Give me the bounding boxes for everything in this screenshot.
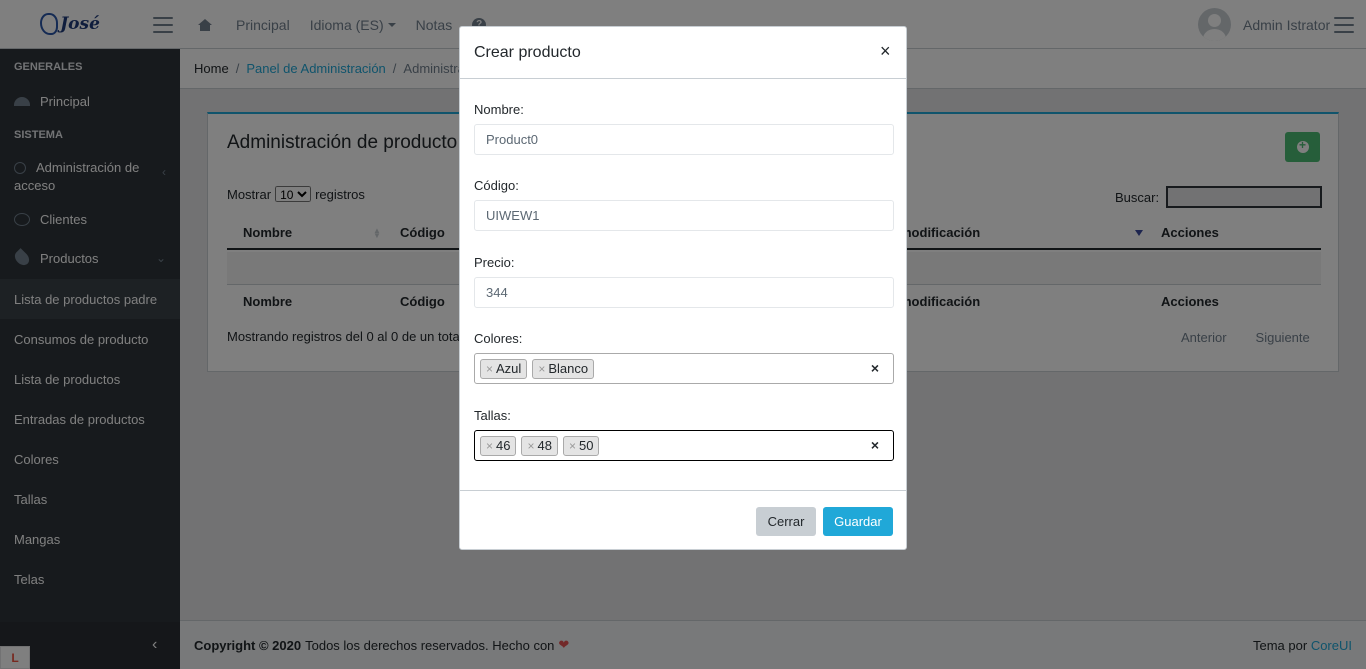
sizes-multiselect[interactable]: × 46 × 48 × 50 × bbox=[474, 430, 894, 461]
remove-chip-icon[interactable]: × bbox=[538, 362, 545, 376]
modal-footer: Cerrar Guardar bbox=[460, 490, 906, 550]
close-icon[interactable]: × bbox=[880, 41, 891, 62]
sizes-label: Tallas: bbox=[474, 408, 511, 423]
chip-label: 48 bbox=[537, 438, 552, 453]
name-label: Nombre: bbox=[474, 102, 524, 117]
save-button[interactable]: Guardar bbox=[823, 507, 893, 536]
chip-label: 46 bbox=[496, 438, 511, 453]
size-chip: × 46 bbox=[480, 435, 517, 456]
remove-chip-icon[interactable]: × bbox=[527, 439, 534, 453]
size-chip: × 50 bbox=[562, 435, 600, 456]
chip-label: Azul bbox=[496, 361, 522, 376]
create-product-modal: Crear producto × Nombre: Código: Precio:… bbox=[459, 26, 907, 550]
remove-chip-icon[interactable]: × bbox=[569, 439, 576, 453]
colors-multiselect[interactable]: × Azul × Blanco × bbox=[474, 353, 894, 384]
chip-label: Blanco bbox=[548, 361, 589, 376]
code-label: Código: bbox=[474, 178, 519, 193]
modal-header: Crear producto × bbox=[460, 27, 906, 79]
colors-label: Colores: bbox=[474, 331, 523, 346]
size-chip: × 48 bbox=[521, 435, 558, 456]
chip-label: 50 bbox=[578, 438, 594, 453]
name-field[interactable] bbox=[474, 124, 894, 155]
clear-all-icon[interactable]: × bbox=[871, 360, 879, 376]
cancel-button[interactable]: Cerrar bbox=[756, 507, 816, 536]
modal-title: Crear producto bbox=[474, 44, 581, 61]
price-label: Precio: bbox=[474, 255, 515, 270]
clear-all-icon[interactable]: × bbox=[871, 437, 879, 453]
color-chip: × Blanco bbox=[532, 358, 595, 379]
color-chip: × Azul bbox=[480, 358, 528, 379]
code-field[interactable] bbox=[474, 200, 894, 231]
price-field[interactable] bbox=[474, 277, 894, 308]
remove-chip-icon[interactable]: × bbox=[486, 362, 493, 376]
remove-chip-icon[interactable]: × bbox=[486, 439, 493, 453]
